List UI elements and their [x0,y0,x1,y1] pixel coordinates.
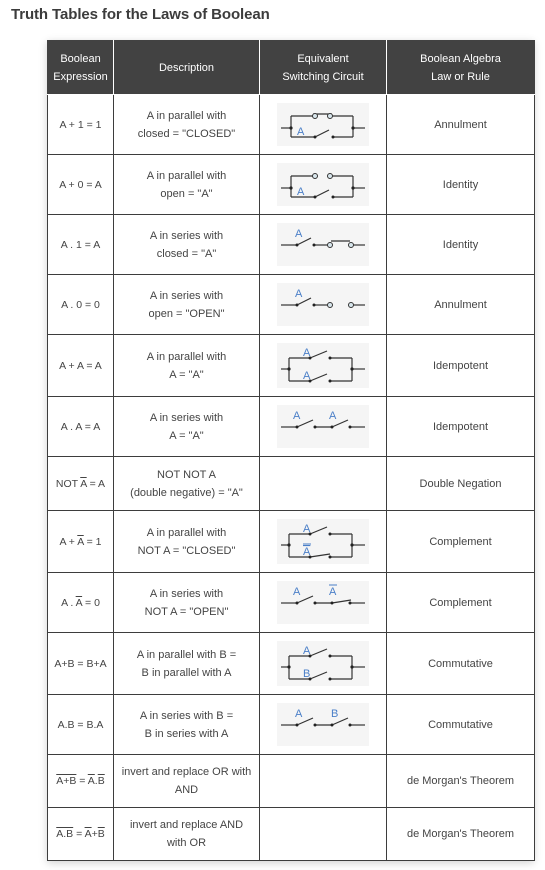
table-row: A . 1 = A A in series with closed = "A" A… [47,214,535,275]
circuit-label: A [303,523,311,535]
circuit-cell: A A [259,572,387,633]
circuit-label: A [295,288,303,300]
description-cell: A in series with A = "A" [113,396,260,457]
expression-cell: A.B = B.A [47,694,114,755]
circuit-label: B [331,708,338,720]
table-row: A + A = 1 A in parallel with NOT A = "CLO… [47,510,535,573]
description-cell: A in series with closed = "A" [113,214,260,275]
circuit-cell [259,456,387,511]
table-row: A.B = B.A A in series with B = B in serie… [47,694,535,755]
table-row: A . A = A A in series with A = "A" A A Id… [47,396,535,457]
circuit-cell: A B [259,632,387,695]
law-cell: Idempotent [386,334,535,397]
expression-cell: A + A = A [47,334,114,397]
expression-cell: A + 1 = 1 [47,94,114,155]
circuit-label: A [293,586,301,598]
description-cell: A in series with open = "OPEN" [113,274,260,335]
description-cell: A in series with NOT A = "OPEN" [113,572,260,633]
law-cell: Identity [386,214,535,275]
parallel-switch-a-b-circuit-icon: A B [277,641,369,686]
law-cell: Idempotent [386,396,535,457]
header-switching-circuit: Equivalent Switching Circuit [259,40,387,95]
series-switch-a-not-a-circuit-icon: A A [277,581,369,624]
expression-cell: A + 0 = A [47,154,114,215]
circuit-label: A [303,347,311,359]
circuit-label: A [293,410,301,422]
parallel-switch-a-a-circuit-icon: A A [277,343,369,388]
law-cell: de Morgan's Theorem [386,807,535,861]
circuit-label-not-a: A [329,586,337,598]
circuit-cell: A [259,154,387,215]
boolean-laws-table-container: Boolean Expression Description Equivalen… [47,40,535,861]
table-row: A . A = 0 A in series with NOT A = "OPEN"… [47,572,535,633]
description-cell: A in parallel with closed = "CLOSED" [113,94,260,155]
table-row: A+B = B+A A in parallel with B = B in par… [47,632,535,695]
expression-cell: NOT A = A [47,456,114,511]
description-cell: A in parallel with open = "A" [113,154,260,215]
circuit-label: B [303,668,310,680]
description-cell: NOT NOT A (double negative) = "A" [113,456,260,511]
header-description: Description [113,40,260,95]
law-cell: Complement [386,510,535,573]
expression-cell: A+B = A.B [47,754,114,808]
table-row: A + A = A A in parallel with A = "A" A A … [47,334,535,397]
law-cell: Annulment [386,94,535,155]
expression-cell: A . 0 = 0 [47,274,114,335]
series-switch-open-circuit-icon: A [277,283,369,326]
header-boolean-expression: Boolean Expression [47,40,114,95]
circuit-label: A [297,126,305,138]
circuit-cell: A [259,214,387,275]
description-cell: invert and replace OR with AND [113,754,260,808]
parallel-switch-closed-circuit-icon: A [277,103,369,146]
circuit-label: A [295,708,303,720]
table-row: A + 0 = A A in parallel with open = "A" A… [47,154,535,215]
expression-cell: A . A = 0 [47,572,114,633]
parallel-switch-a-not-a-circuit-icon: A A [277,519,369,564]
table-row: A.B = A+B invert and replace AND with OR … [47,807,535,861]
law-cell: de Morgan's Theorem [386,754,535,808]
series-switch-closed-circuit-icon: A [277,223,369,266]
circuit-cell: A [259,94,387,155]
circuit-label: A [303,370,311,382]
parallel-switch-open-circuit-icon: A [277,163,369,206]
table-row: A + 1 = 1 A in parallel with closed = "CL… [47,94,535,155]
law-cell: Commutative [386,694,535,755]
law-cell: Commutative [386,632,535,695]
series-switch-a-a-circuit-icon: A A [277,405,369,448]
circuit-cell: A B [259,694,387,755]
expression-cell: A . A = A [47,396,114,457]
circuit-cell: A [259,274,387,335]
expression-cell: A . 1 = A [47,214,114,275]
circuit-cell [259,807,387,861]
description-cell: A in parallel with B = B in parallel with… [113,632,260,695]
circuit-label: A [297,186,305,198]
header-law-or-rule: Boolean Algebra Law or Rule [386,40,535,95]
table-row: NOT A = A NOT NOT A (double negative) = "… [47,456,535,511]
law-cell: Complement [386,572,535,633]
description-cell: invert and replace AND with OR [113,807,260,861]
law-cell: Annulment [386,274,535,335]
expression-cell: A.B = A+B [47,807,114,861]
description-cell: A in parallel with NOT A = "CLOSED" [113,510,260,573]
circuit-label: A [303,645,311,657]
description-cell: A in series with B = B in series with A [113,694,260,755]
series-switch-a-b-circuit-icon: A B [277,703,369,746]
page-title: Truth Tables for the Laws of Boolean [11,6,270,23]
table-header-row: Boolean Expression Description Equivalen… [47,40,535,95]
expression-cell: A + A = 1 [47,510,114,573]
circuit-cell: A A [259,334,387,397]
circuit-label-not-a: A [303,546,311,558]
law-cell: Identity [386,154,535,215]
circuit-cell: A A [259,510,387,573]
law-cell: Double Negation [386,456,535,511]
table-row: A+B = A.B invert and replace OR with AND … [47,754,535,808]
circuit-label: A [295,228,303,240]
circuit-label: A [329,410,337,422]
circuit-cell [259,754,387,808]
description-cell: A in parallel with A = "A" [113,334,260,397]
table-row: A . 0 = 0 A in series with open = "OPEN" … [47,274,535,335]
circuit-cell: A A [259,396,387,457]
boolean-laws-table: Boolean Expression Description Equivalen… [47,40,535,861]
expression-cell: A+B = B+A [47,632,114,695]
